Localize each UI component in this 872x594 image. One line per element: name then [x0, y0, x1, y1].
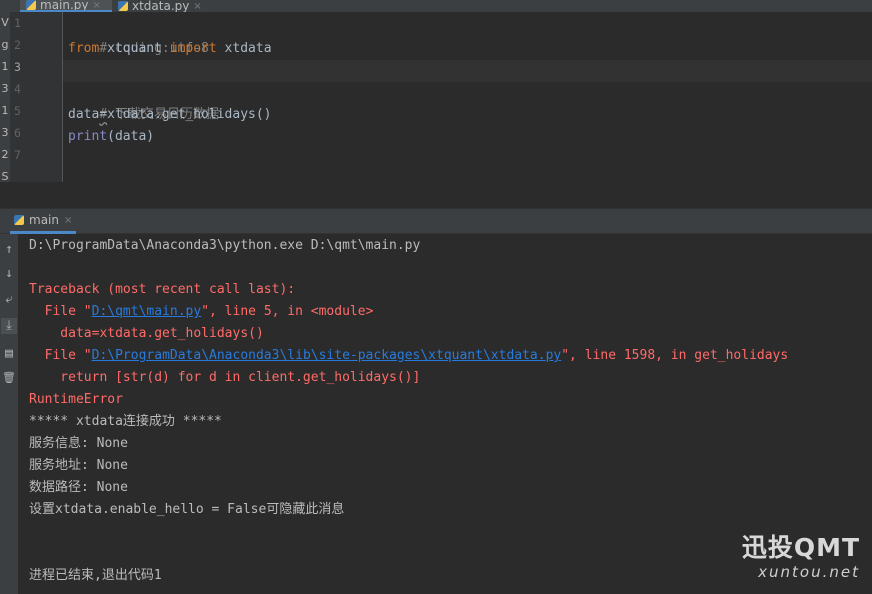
code-line-2[interactable]: from xtquant import xtdata: [68, 38, 272, 60]
tab-main-py[interactable]: main.py ×: [20, 0, 112, 12]
line-number: 5: [14, 104, 21, 118]
side-strip-item[interactable]: g: [0, 34, 10, 56]
code-text: xtdata: [216, 41, 272, 56]
line-number: 7: [14, 148, 21, 162]
code-keyword: import: [169, 41, 217, 56]
console-command-line: D:\ProgramData\Anaconda3\python.exe D:\q…: [29, 238, 421, 253]
traceback-code-1: data=xtdata.get_holidays(): [29, 326, 264, 341]
console-output-line: 数据路径: None: [29, 480, 128, 495]
code-variable: data: [68, 107, 100, 122]
run-tab-label: main: [29, 213, 59, 227]
tab-label: xtdata.py: [132, 0, 190, 12]
close-tab-icon[interactable]: ×: [93, 0, 101, 10]
trash-icon[interactable]: 🗑: [1, 370, 17, 386]
frame-prefix: File ": [29, 304, 92, 319]
python-file-icon: [26, 0, 36, 10]
code-line-6[interactable]: print(data): [68, 126, 154, 148]
side-strip-item[interactable]: 2: [0, 144, 10, 166]
file-link-main[interactable]: D:\qmt\main.py: [92, 304, 202, 319]
scroll-to-end-icon[interactable]: ⤓: [1, 318, 17, 334]
python-run-icon: [14, 215, 24, 225]
traceback-frame-2: File "D:\ProgramData\Anaconda3\lib\site-…: [29, 345, 789, 367]
close-run-tab-icon[interactable]: ×: [64, 215, 72, 226]
code-text: xtquant: [99, 41, 170, 56]
watermark-brand: 迅投QMT: [741, 533, 860, 562]
console-output-line: 服务信息: None: [29, 436, 128, 451]
code-text: xtdata.get_holidays(): [107, 107, 272, 122]
arrow-up-icon[interactable]: ↑: [1, 242, 17, 258]
frame-suffix: ", line 1598, in get_holidays: [561, 348, 789, 363]
side-strip-item[interactable]: 3: [0, 78, 10, 100]
python-file-icon: [118, 1, 128, 11]
line-number: 2: [14, 38, 21, 52]
line-number-gutter[interactable]: 1 2 3 4 5 6 7: [10, 12, 63, 182]
code-line-1[interactable]: # coding:utf-8: [68, 16, 209, 56]
print-icon[interactable]: ▤: [1, 346, 17, 362]
line-number: 1: [14, 16, 21, 30]
line-number: 4: [14, 82, 21, 96]
console-output-line: ***** xtdata连接成功 *****: [29, 414, 222, 429]
process-exit-line: 进程已结束,退出代码1: [29, 568, 162, 583]
traceback-frame-1: File "D:\qmt\main.py", line 5, in <modul…: [29, 301, 374, 323]
tab-label: main.py: [40, 0, 89, 12]
line-number-current: 3: [14, 60, 21, 74]
run-toolbar: ↑ ↓ ⤶ ⤓ ▤ 🗑: [0, 234, 18, 594]
console-output-line: 服务地址: None: [29, 458, 128, 473]
side-strip-item[interactable]: V: [0, 12, 10, 34]
traceback-code-2: return [str(d) for d in client.get_holid…: [29, 370, 421, 385]
code-line-5[interactable]: data=xtdata.get_holidays(): [68, 104, 272, 126]
side-strip-item[interactable]: 1: [0, 100, 10, 122]
code-editor[interactable]: # coding:utf-8 from xtquant import xtdat…: [63, 12, 872, 182]
frame-prefix: File ": [29, 348, 92, 363]
frame-suffix: ", line 5, in <module>: [201, 304, 374, 319]
file-link-xtdata[interactable]: D:\ProgramData\Anaconda3\lib\site-packag…: [92, 348, 562, 363]
code-builtin: print: [68, 129, 108, 144]
code-operator-warning: =: [99, 107, 108, 122]
arrow-down-icon[interactable]: ↓: [1, 266, 17, 282]
tab-xtdata-py[interactable]: xtdata.py ×: [112, 0, 219, 12]
structure-side-strip: V g 1 3 1 3 2 S 夕: [0, 12, 11, 210]
soft-wrap-icon[interactable]: ⤶: [1, 292, 17, 308]
watermark-site: xuntou.net: [758, 563, 860, 581]
side-strip-item[interactable]: 3: [0, 122, 10, 144]
code-line-4[interactable]: # 下载交易日历数据: [68, 82, 219, 122]
watermark-logo: 迅投QMT xuntou.net: [742, 533, 860, 581]
run-panel-header: main ×: [0, 208, 872, 234]
current-line-highlight: [63, 60, 872, 82]
code-keyword: from: [68, 41, 100, 56]
console-output-line: 设置xtdata.enable_hello = False可隐藏此消息: [29, 502, 345, 517]
traceback-header: Traceback (most recent call last):: [29, 282, 296, 297]
code-text: (data): [107, 129, 155, 144]
run-tab-main[interactable]: main ×: [10, 209, 77, 234]
editor-empty-area: [0, 182, 872, 208]
line-number: 6: [14, 126, 21, 140]
error-type: RuntimeError: [29, 392, 123, 407]
close-tab-icon[interactable]: ×: [193, 1, 201, 12]
side-strip-item[interactable]: 1: [0, 56, 10, 78]
